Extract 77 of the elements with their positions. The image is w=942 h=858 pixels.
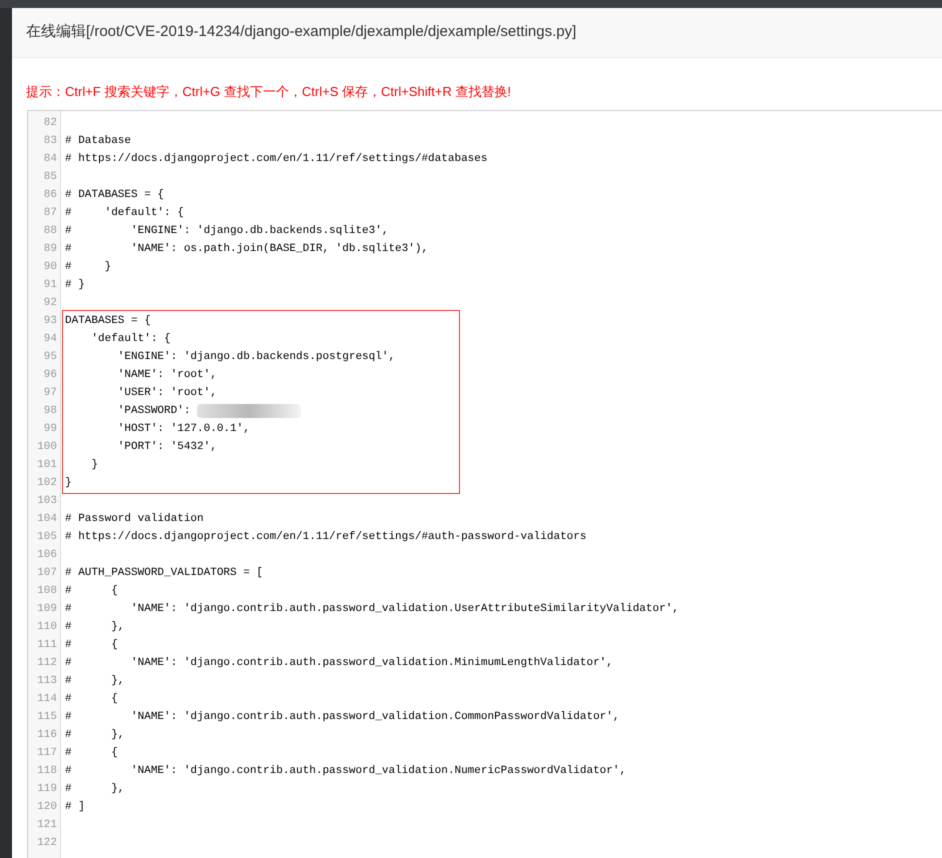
line-number: 91 [42, 278, 58, 293]
code-line: # }, [65, 674, 124, 689]
line-number: 118 [36, 764, 58, 779]
code-line: # } [65, 278, 85, 293]
code-line: # 'NAME': 'django.contrib.auth.password_validation.UserAttributeSimilarityValidator', [65, 602, 679, 617]
line-number: 94 [42, 332, 58, 347]
dialog-title: 在线编辑[/root/CVE-2019-14234/django-example/djexample/djexample/settings.py] [26, 22, 576, 42]
code-line: # { [65, 638, 118, 653]
line-number: 100 [36, 440, 58, 455]
code-line: # 'NAME': 'django.contrib.auth.password_validation.CommonPasswordValidator', [65, 710, 620, 725]
code-line: } [90, 458, 98, 473]
line-number: 113 [36, 674, 58, 689]
line-number: 86 [42, 188, 58, 203]
line-number: 108 [36, 584, 58, 599]
line-number: 120 [36, 800, 58, 815]
line-number: 97 [42, 386, 58, 401]
line-number: 88 [42, 224, 58, 239]
code-line: # 'NAME': 'django.contrib.auth.password_validation.NumericPasswordValidator', [65, 764, 626, 779]
line-number: 122 [36, 836, 58, 851]
code-line: # Password validation [65, 512, 204, 527]
line-number: 93 [42, 314, 58, 329]
line-number: 119 [36, 782, 58, 797]
code-line: # 'default': { [65, 206, 184, 221]
line-number: 92 [42, 296, 58, 311]
code-line: # 'NAME': 'django.contrib.auth.password_validation.MinimumLengthValidator', [65, 656, 613, 671]
line-number: 109 [36, 602, 58, 617]
code-line: # Database [65, 134, 132, 149]
code-line: # } [65, 260, 112, 275]
code-line: # { [65, 584, 118, 599]
line-number: 83 [42, 134, 58, 149]
code-line: 'PASSWORD': [116, 404, 192, 419]
code-line: DATABASES = { [65, 314, 151, 329]
code-line: # DATABASES = { [65, 188, 164, 203]
code-line: # AUTH_PASSWORD_VALIDATORS = [ [65, 566, 264, 581]
hint-text: 提示：Ctrl+F 搜索关键字，Ctrl+G 查找下一个，Ctrl+S 保存，Ctrl+Shift+R 查找替换! [26, 84, 512, 99]
line-number: 116 [36, 728, 58, 743]
code-line: 'ENGINE': 'django.db.backends.postgresql', [116, 350, 396, 365]
code-line: # 'NAME': os.path.join(BASE_DIR, 'db.sqlite3'), [65, 242, 428, 257]
code-line: 'PORT': '5432', [116, 440, 217, 455]
line-number: 102 [36, 476, 58, 491]
code-line: 'HOST': '127.0.0.1', [116, 422, 250, 437]
line-number: 121 [36, 818, 58, 833]
line-number: 112 [36, 656, 58, 671]
line-number: 117 [36, 746, 58, 761]
line-number: 110 [36, 620, 58, 635]
code-line: # }, [65, 620, 124, 635]
code-line: # 'ENGINE': 'django.db.backends.sqlite3', [65, 224, 388, 239]
code-line: 'NAME': 'root', [116, 368, 217, 383]
line-number: 90 [42, 260, 58, 275]
code-line: } [65, 476, 72, 491]
line-number: 99 [42, 422, 58, 437]
code-line: # https://docs.djangoproject.com/en/1.11/ref/settings/#auth-password-validators [65, 530, 586, 545]
line-number: 87 [42, 206, 58, 221]
code-line: 'default': { [90, 332, 171, 347]
line-number: 89 [42, 242, 58, 257]
line-number: 82 [42, 116, 58, 131]
line-number: 114 [36, 692, 58, 707]
line-number: 115 [36, 710, 58, 725]
line-number: 84 [42, 152, 58, 167]
line-number: 85 [42, 170, 58, 185]
code-line: # https://docs.djangoproject.com/en/1.11/ref/settings/#databases [65, 152, 488, 167]
code-line: # ] [65, 800, 85, 815]
line-number: 104 [36, 512, 58, 527]
line-number: 106 [36, 548, 58, 563]
code-line: 'USER': 'root', [116, 386, 217, 401]
line-number: 103 [36, 494, 58, 509]
code-line: # }, [65, 728, 124, 743]
line-number: 111 [36, 638, 58, 653]
code-line: # { [65, 746, 118, 761]
line-number: 98 [42, 404, 58, 419]
line-number: 96 [42, 368, 58, 383]
line-number: 101 [36, 458, 58, 473]
line-number: 95 [42, 350, 58, 365]
line-number: 107 [36, 566, 58, 581]
code-line: # { [65, 692, 118, 707]
line-number: 105 [36, 530, 58, 545]
code-line: # }, [65, 782, 124, 797]
